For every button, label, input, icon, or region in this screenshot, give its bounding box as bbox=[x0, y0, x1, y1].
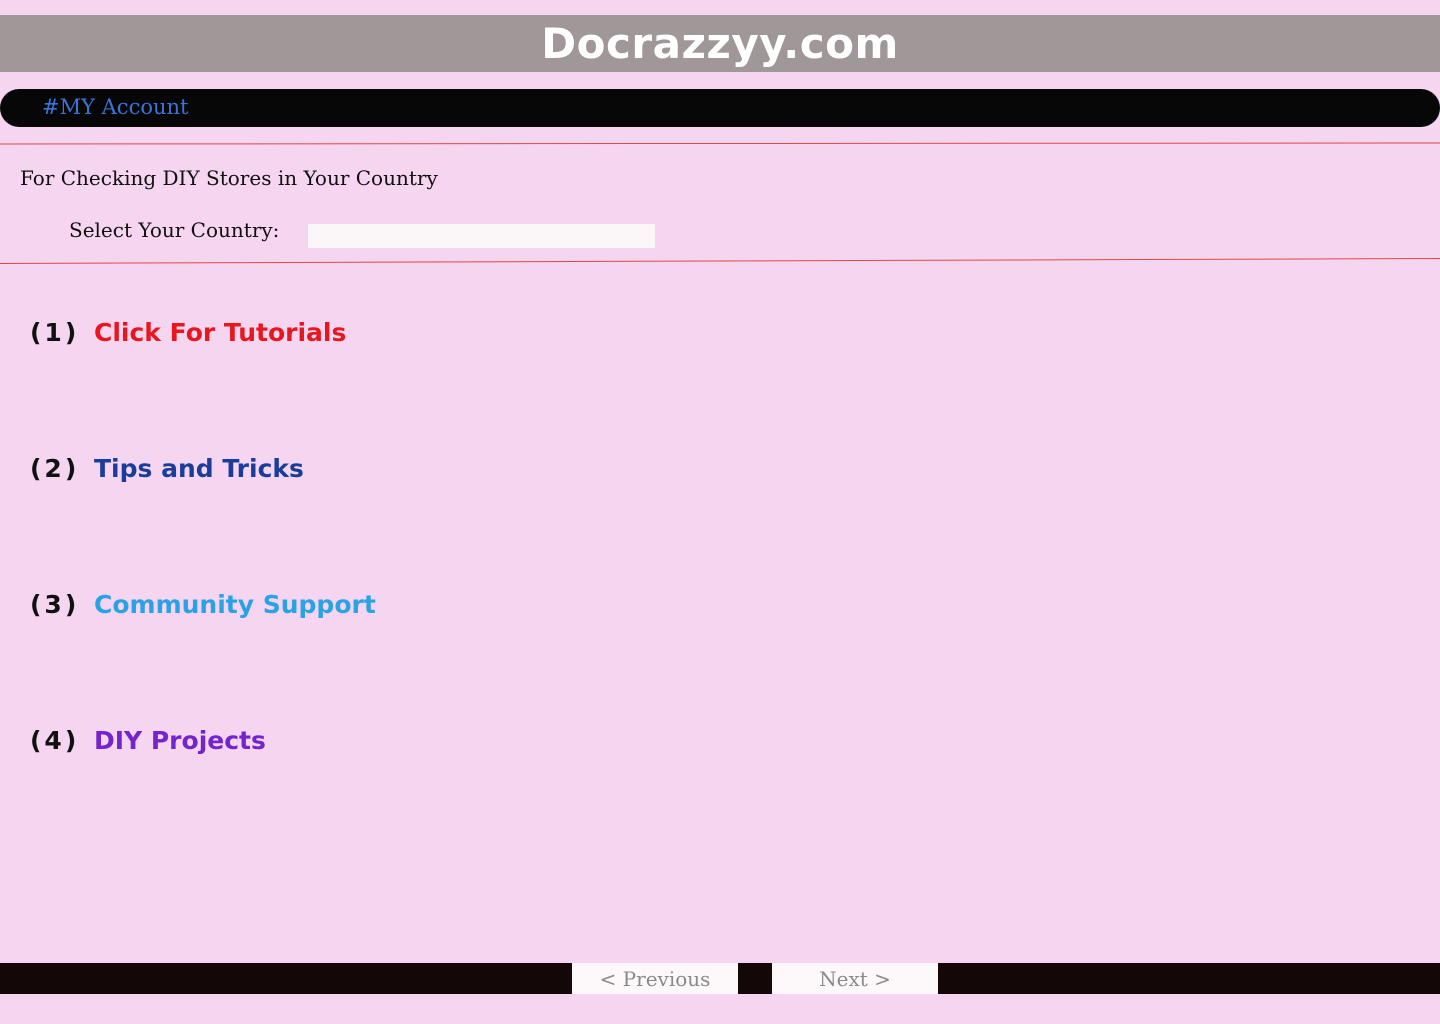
my-account-link[interactable]: #MY Account bbox=[42, 95, 188, 119]
previous-button[interactable]: < Previous bbox=[572, 963, 738, 994]
menu-item-number: (2) bbox=[30, 454, 80, 483]
menu-item-number: (3) bbox=[30, 590, 80, 619]
menu-item-number: (1) bbox=[30, 318, 80, 347]
account-bar: #MY Account bbox=[0, 89, 1440, 127]
country-select-label: Select Your Country: bbox=[69, 218, 280, 242]
site-title: Docrazzyy.com bbox=[541, 19, 899, 68]
bottom-divider bbox=[0, 257, 1440, 264]
country-select-input[interactable] bbox=[308, 224, 655, 248]
menu-item-community: (3) Community Support bbox=[30, 590, 376, 619]
menu-item-tutorials: (1) Click For Tutorials bbox=[30, 318, 346, 347]
community-support-link[interactable]: Community Support bbox=[94, 590, 376, 619]
tips-and-tricks-link[interactable]: Tips and Tricks bbox=[94, 454, 304, 483]
tutorials-link[interactable]: Click For Tutorials bbox=[94, 318, 346, 347]
diy-projects-link[interactable]: DIY Projects bbox=[94, 726, 266, 755]
top-divider bbox=[0, 142, 1440, 145]
menu-item-number: (4) bbox=[30, 726, 80, 755]
menu-item-projects: (4) DIY Projects bbox=[30, 726, 266, 755]
menu-item-tips: (2) Tips and Tricks bbox=[30, 454, 304, 483]
site-header: Docrazzyy.com bbox=[0, 15, 1440, 72]
country-heading: For Checking DIY Stores in Your Country bbox=[20, 166, 438, 190]
next-button[interactable]: Next > bbox=[772, 963, 938, 994]
